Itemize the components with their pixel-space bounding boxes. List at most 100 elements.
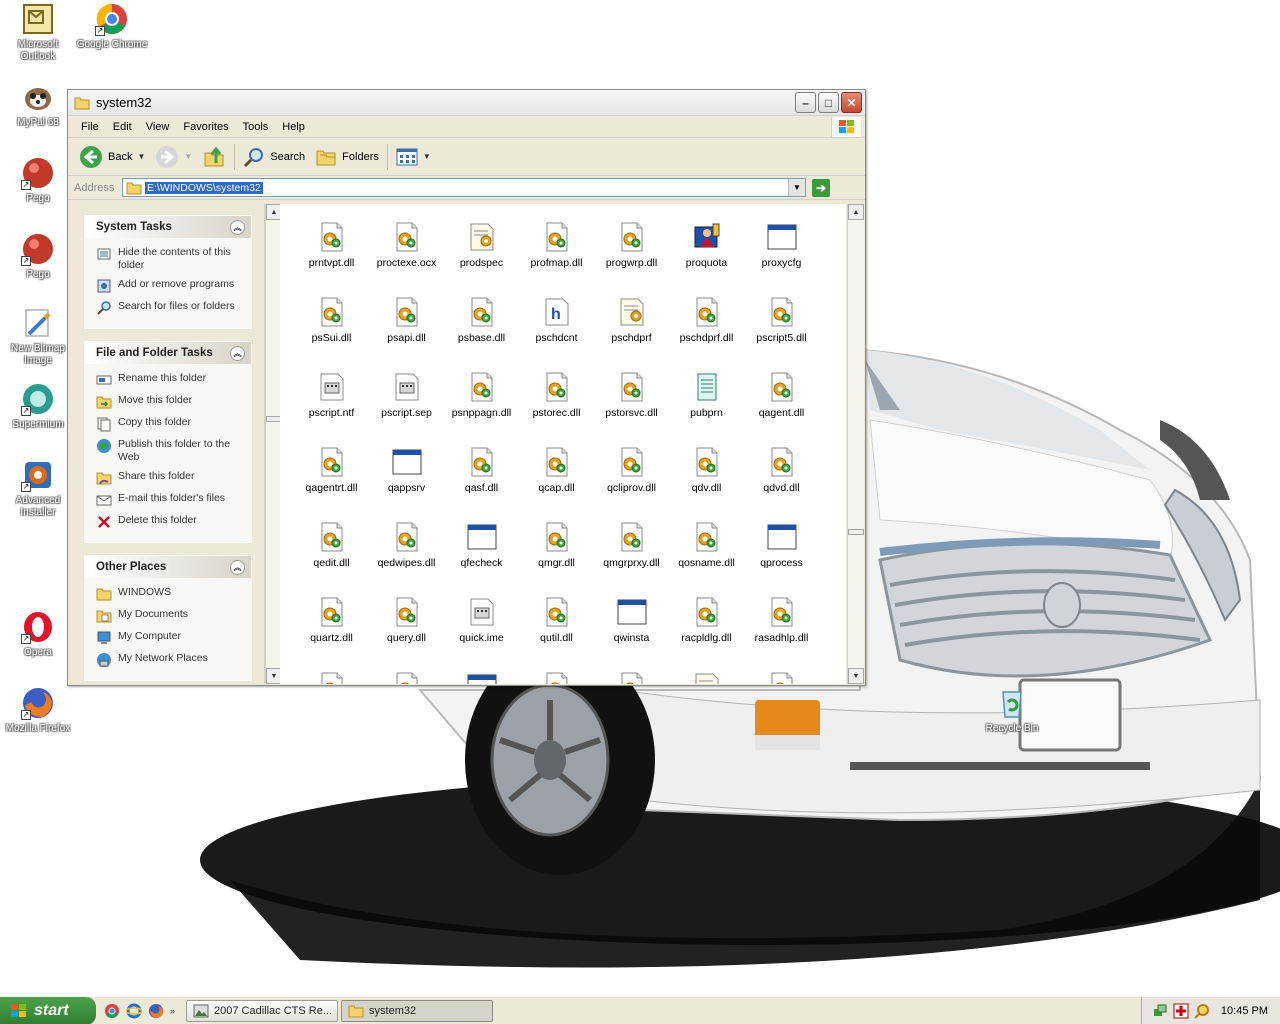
file-item[interactable] <box>669 671 744 684</box>
file-item[interactable]: qmgr.dll <box>519 521 594 596</box>
file-item[interactable]: h pschdcnt <box>519 296 594 371</box>
chrome-icon[interactable] <box>104 1003 120 1019</box>
minimize-button[interactable]: – <box>795 92 816 113</box>
desktop-icon-pego-2[interactable]: ↗ Pego <box>0 232 76 281</box>
desktop-icon-mypal[interactable]: MyPal 68 <box>0 80 76 129</box>
desktop-icon-outlook[interactable]: Microsoft Outlook <box>0 2 76 63</box>
internet-explorer-icon[interactable] <box>126 1003 142 1019</box>
task-link[interactable]: My Network Places <box>96 652 247 668</box>
scroll-down-icon[interactable]: ▼ <box>848 668 864 684</box>
explorer-window[interactable]: system32 – □ ✕ File Edit View Favorites … <box>67 89 866 686</box>
task-link[interactable]: My Documents <box>96 608 247 624</box>
file-item[interactable]: qmgrprxy.dll <box>594 521 669 596</box>
task-link[interactable]: Rename this folder <box>96 372 247 388</box>
forward-button[interactable]: ▼ <box>150 142 197 172</box>
taskbar-item-system32[interactable]: system32 <box>341 999 494 1022</box>
desktop-icon-pego-1[interactable]: ↗ Pego <box>0 156 76 205</box>
back-button[interactable]: Back ▼ <box>74 142 150 172</box>
desktop-icon-supermium[interactable]: ↗ Supermium <box>0 382 76 431</box>
up-folder-button[interactable] <box>197 142 231 172</box>
go-button[interactable]: ➔ <box>812 178 830 197</box>
menu-help[interactable]: Help <box>275 119 312 135</box>
file-item[interactable]: qcliprov.dll <box>594 446 669 521</box>
file-item[interactable]: pschdprf <box>594 296 669 371</box>
folders-button[interactable]: Folders <box>310 143 384 171</box>
clock[interactable]: 10:45 PM <box>1221 1005 1268 1017</box>
task-link[interactable]: E-mail this folder's files <box>96 492 247 508</box>
task-link[interactable]: Add or remove programs <box>96 278 247 294</box>
title-bar[interactable]: system32 – □ ✕ <box>68 90 865 116</box>
file-item[interactable]: pschdprf.dll <box>669 296 744 371</box>
file-item[interactable]: proxycfg <box>744 221 819 296</box>
file-item[interactable]: qdvd.dll <box>744 446 819 521</box>
collapse-chevron-icon[interactable]: ︽ <box>230 219 245 235</box>
file-list-scrollbar[interactable]: ▲ ▼ <box>847 204 864 684</box>
menu-edit[interactable]: Edit <box>106 119 139 135</box>
file-item[interactable]: prodspec <box>444 221 519 296</box>
file-item[interactable]: pscript.sep <box>369 371 444 446</box>
collapse-chevron-icon[interactable]: ︽ <box>230 345 245 361</box>
firefox-icon[interactable] <box>148 1003 164 1019</box>
file-item[interactable]: qasf.dll <box>444 446 519 521</box>
file-item[interactable]: pscript5.dll <box>744 296 819 371</box>
file-item[interactable]: quartz.dll <box>294 596 369 671</box>
task-pane-scrollbar[interactable]: ▲ ▼ <box>265 204 282 684</box>
antivirus-tray-icon[interactable] <box>1173 1003 1189 1019</box>
file-item[interactable]: qedit.dll <box>294 521 369 596</box>
file-item[interactable]: query.dll <box>369 596 444 671</box>
file-item[interactable] <box>294 671 369 684</box>
task-link[interactable]: My Computer <box>96 630 247 646</box>
file-item[interactable] <box>519 671 594 684</box>
panel-header[interactable]: Other Places ︽ <box>85 556 251 578</box>
menu-view[interactable]: View <box>139 119 177 135</box>
address-input[interactable]: E:\WINDOWS\system32 ▼ <box>122 178 806 197</box>
scroll-thumb[interactable] <box>848 529 864 535</box>
quick-launch-more-icon[interactable]: » <box>170 1006 175 1016</box>
task-link[interactable]: Share this folder <box>96 470 247 486</box>
file-item[interactable]: profmap.dll <box>519 221 594 296</box>
file-item[interactable]: qfecheck <box>444 521 519 596</box>
file-item[interactable]: progwrp.dll <box>594 221 669 296</box>
file-item[interactable]: qdv.dll <box>669 446 744 521</box>
file-item[interactable]: pubprn <box>669 371 744 446</box>
close-button[interactable]: ✕ <box>841 92 862 113</box>
task-link[interactable]: WINDOWS <box>96 586 247 602</box>
panel-header[interactable]: File and Folder Tasks ︽ <box>85 342 251 364</box>
task-link[interactable]: Delete this folder <box>96 514 247 530</box>
file-item[interactable] <box>444 671 519 684</box>
desktop-icon-firefox[interactable]: ↗ Mozilla Firefox <box>0 686 76 735</box>
file-item[interactable]: prntvpt.dll <box>294 221 369 296</box>
menu-file[interactable]: File <box>74 119 106 135</box>
file-item[interactable]: pscript.ntf <box>294 371 369 446</box>
file-item[interactable]: rasadhlp.dll <box>744 596 819 671</box>
file-item[interactable] <box>744 671 819 684</box>
file-item[interactable]: proctexe.ocx <box>369 221 444 296</box>
desktop-icon-bitmap[interactable]: New Bitmap Image <box>0 306 76 367</box>
network-tray-icon[interactable] <box>1152 1003 1168 1019</box>
scroll-up-icon[interactable]: ▲ <box>848 204 864 220</box>
task-link[interactable]: Hide the contents of this folder <box>96 246 247 272</box>
taskbar-item-cadillac[interactable]: 2007 Cadillac CTS Re... <box>186 999 339 1022</box>
menu-tools[interactable]: Tools <box>236 119 276 135</box>
file-item[interactable]: psnppagn.dll <box>444 371 519 446</box>
address-dropdown-icon[interactable]: ▼ <box>788 179 805 196</box>
file-item[interactable]: pstorec.dll <box>519 371 594 446</box>
file-item[interactable]: qcap.dll <box>519 446 594 521</box>
task-link[interactable]: Move this folder <box>96 394 247 410</box>
start-button[interactable]: start <box>0 996 96 1024</box>
file-item[interactable] <box>594 671 669 684</box>
file-item[interactable]: qwinsta <box>594 596 669 671</box>
desktop-icon-recycle-bin[interactable]: Recycle Bin <box>974 686 1050 735</box>
file-item[interactable]: qprocess <box>744 521 819 596</box>
maximize-button[interactable]: □ <box>818 92 839 113</box>
file-item[interactable]: qutil.dll <box>519 596 594 671</box>
search-tray-icon[interactable] <box>1194 1003 1210 1019</box>
file-item[interactable]: qedwipes.dll <box>369 521 444 596</box>
desktop-icon-opera[interactable]: ↗ Opera <box>0 610 76 659</box>
file-item[interactable]: qagentrt.dll <box>294 446 369 521</box>
file-item[interactable]: pstorsvc.dll <box>594 371 669 446</box>
views-button[interactable]: ▼ <box>391 145 436 169</box>
file-item[interactable]: psapi.dll <box>369 296 444 371</box>
menu-favorites[interactable]: Favorites <box>176 119 235 135</box>
panel-header[interactable]: System Tasks ︽ <box>85 216 251 238</box>
